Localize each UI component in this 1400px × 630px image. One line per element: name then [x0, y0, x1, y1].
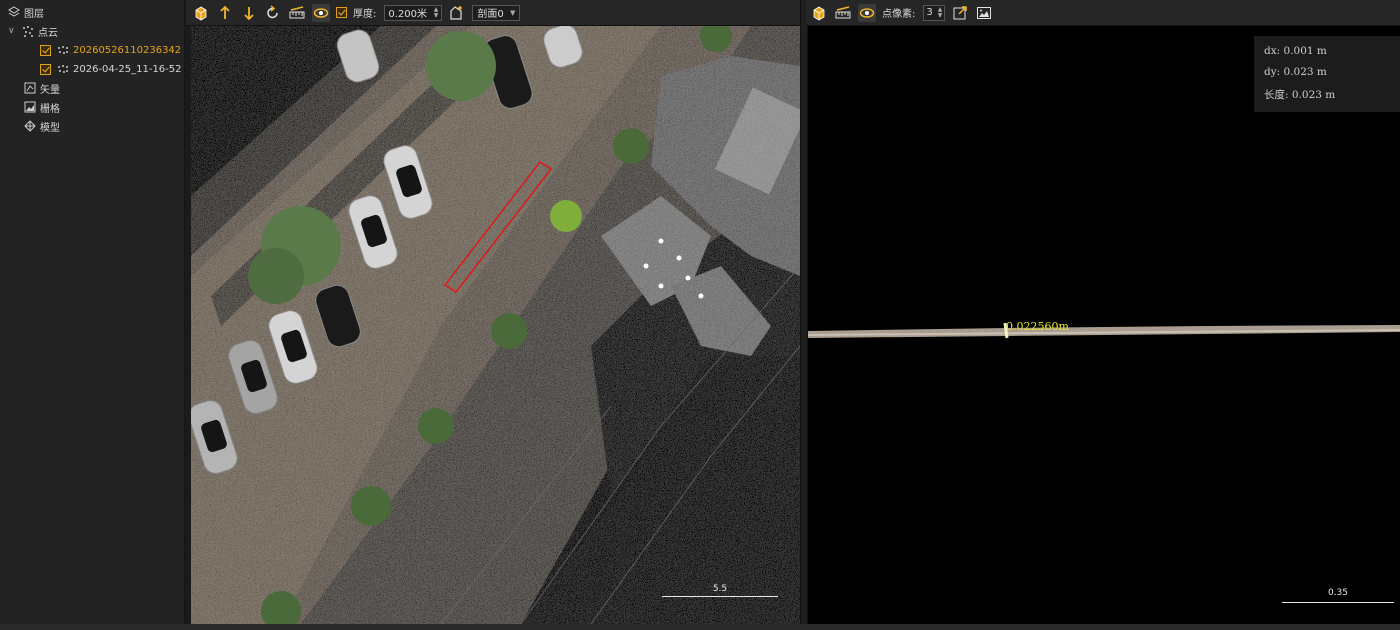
tree-item-model[interactable]: 模型 — [24, 117, 60, 135]
section-select[interactable]: 剖面0 ▼ — [472, 4, 521, 21]
point-pixel-label: 点像素: — [882, 9, 916, 20]
plan-view-canvas[interactable]: 5.5 — [191, 26, 800, 624]
spin-arrows-icon[interactable]: ▲ ▼ — [938, 6, 943, 19]
arrow-up-icon[interactable] — [216, 4, 234, 22]
layer-visibility-checkbox[interactable] — [40, 44, 51, 56]
tree-group-label: 点云 — [38, 27, 58, 39]
export-icon[interactable] — [951, 4, 969, 22]
tree-item-raster[interactable]: 栅格 — [24, 98, 60, 116]
chevron-down-icon: ▼ — [509, 8, 516, 17]
scale-bar: 0.35 — [1282, 588, 1394, 603]
plan-view-toolbar: 厚度: 0.200米 ▲ ▼ 剖面0 ▼ — [186, 0, 800, 26]
point-cloud-icon — [22, 25, 34, 37]
tree-item-label: 矢量 — [40, 84, 60, 96]
pointcloud-item-label: 2026-04-25_11-16-52 — [73, 63, 182, 75]
thickness-spinbox[interactable]: 0.200米 ▲ ▼ — [384, 4, 443, 21]
status-bar — [0, 624, 1400, 630]
scale-bar-label: 5.5 — [712, 584, 728, 594]
measure-dx: dx: 0.001 m — [1264, 45, 1327, 57]
view-splitter-handle[interactable] — [800, 0, 808, 630]
measurement-info-box: dx: 0.001 m dy: 0.023 m 长度: 0.023 m — [1254, 36, 1400, 112]
arrow-down-icon[interactable] — [240, 4, 258, 22]
thickness-checkbox[interactable] — [336, 7, 347, 18]
eye-icon[interactable] — [312, 3, 330, 22]
layers-icon — [8, 6, 20, 18]
tree-root-layers[interactable]: 图层 — [8, 3, 44, 21]
scale-bar-line — [662, 596, 778, 597]
pointcloud-item-1[interactable]: 20260526110236342 — [40, 41, 181, 59]
ruler-icon[interactable] — [834, 4, 852, 22]
scale-bar: 5.5 — [662, 584, 778, 597]
pointcloud-item-label: 20260526110236342 — [73, 44, 182, 56]
rotate-icon[interactable] — [264, 4, 282, 22]
scale-bar-label: 0.35 — [1327, 588, 1349, 598]
scale-bar-line — [1282, 602, 1394, 603]
tree-item-label: 栅格 — [40, 103, 60, 115]
layer-visibility-checkbox[interactable] — [40, 63, 51, 75]
image-icon[interactable] — [975, 4, 993, 22]
measure-length: 长度: 0.023 m — [1264, 89, 1336, 101]
section-select-value: 剖面0 — [477, 9, 504, 20]
point-pixel-spinbox[interactable]: 3 ▲ ▼ — [923, 4, 946, 21]
model-icon — [24, 120, 36, 132]
vector-icon — [24, 82, 36, 94]
eye-icon[interactable] — [858, 3, 876, 22]
pointcloud-item-2[interactable]: 2026-04-25_11-16-52 — [40, 60, 182, 78]
layer-tree-panel: 图层 ∨ 点云 20260526110236342 2026-04-25_11-… — [0, 0, 185, 630]
tree-group-pointcloud[interactable]: ∨ 点云 — [8, 22, 58, 40]
cube-view-icon[interactable] — [810, 4, 828, 22]
spin-arrows-icon[interactable]: ▲ ▼ — [434, 6, 439, 19]
section-view-toolbar: 点像素: 3 ▲ ▼ — [806, 0, 1400, 26]
chevron-down-icon[interactable]: ∨ — [8, 26, 18, 36]
measure-dy: dy: 0.023 m — [1264, 66, 1327, 78]
tree-root-label: 图层 — [24, 8, 44, 20]
thickness-label: 厚度: — [353, 9, 377, 20]
tree-item-label: 模型 — [40, 122, 60, 134]
raster-icon — [24, 101, 36, 113]
cube-view-icon[interactable] — [192, 4, 210, 22]
thickness-value: 0.200米 — [388, 9, 428, 20]
point-cloud-icon — [57, 44, 69, 56]
measure-distance-label: 0.022560m — [1006, 320, 1069, 333]
point-cloud-icon — [57, 63, 69, 75]
ruler-icon[interactable] — [288, 4, 306, 22]
section-add-icon[interactable] — [448, 4, 466, 22]
tree-item-vector[interactable]: 矢量 — [24, 79, 60, 97]
section-view-canvas[interactable]: 0.022560m dx: 0.001 m dy: 0.023 m 长度: 0.… — [808, 26, 1400, 624]
point-pixel-value: 3 — [926, 7, 933, 18]
